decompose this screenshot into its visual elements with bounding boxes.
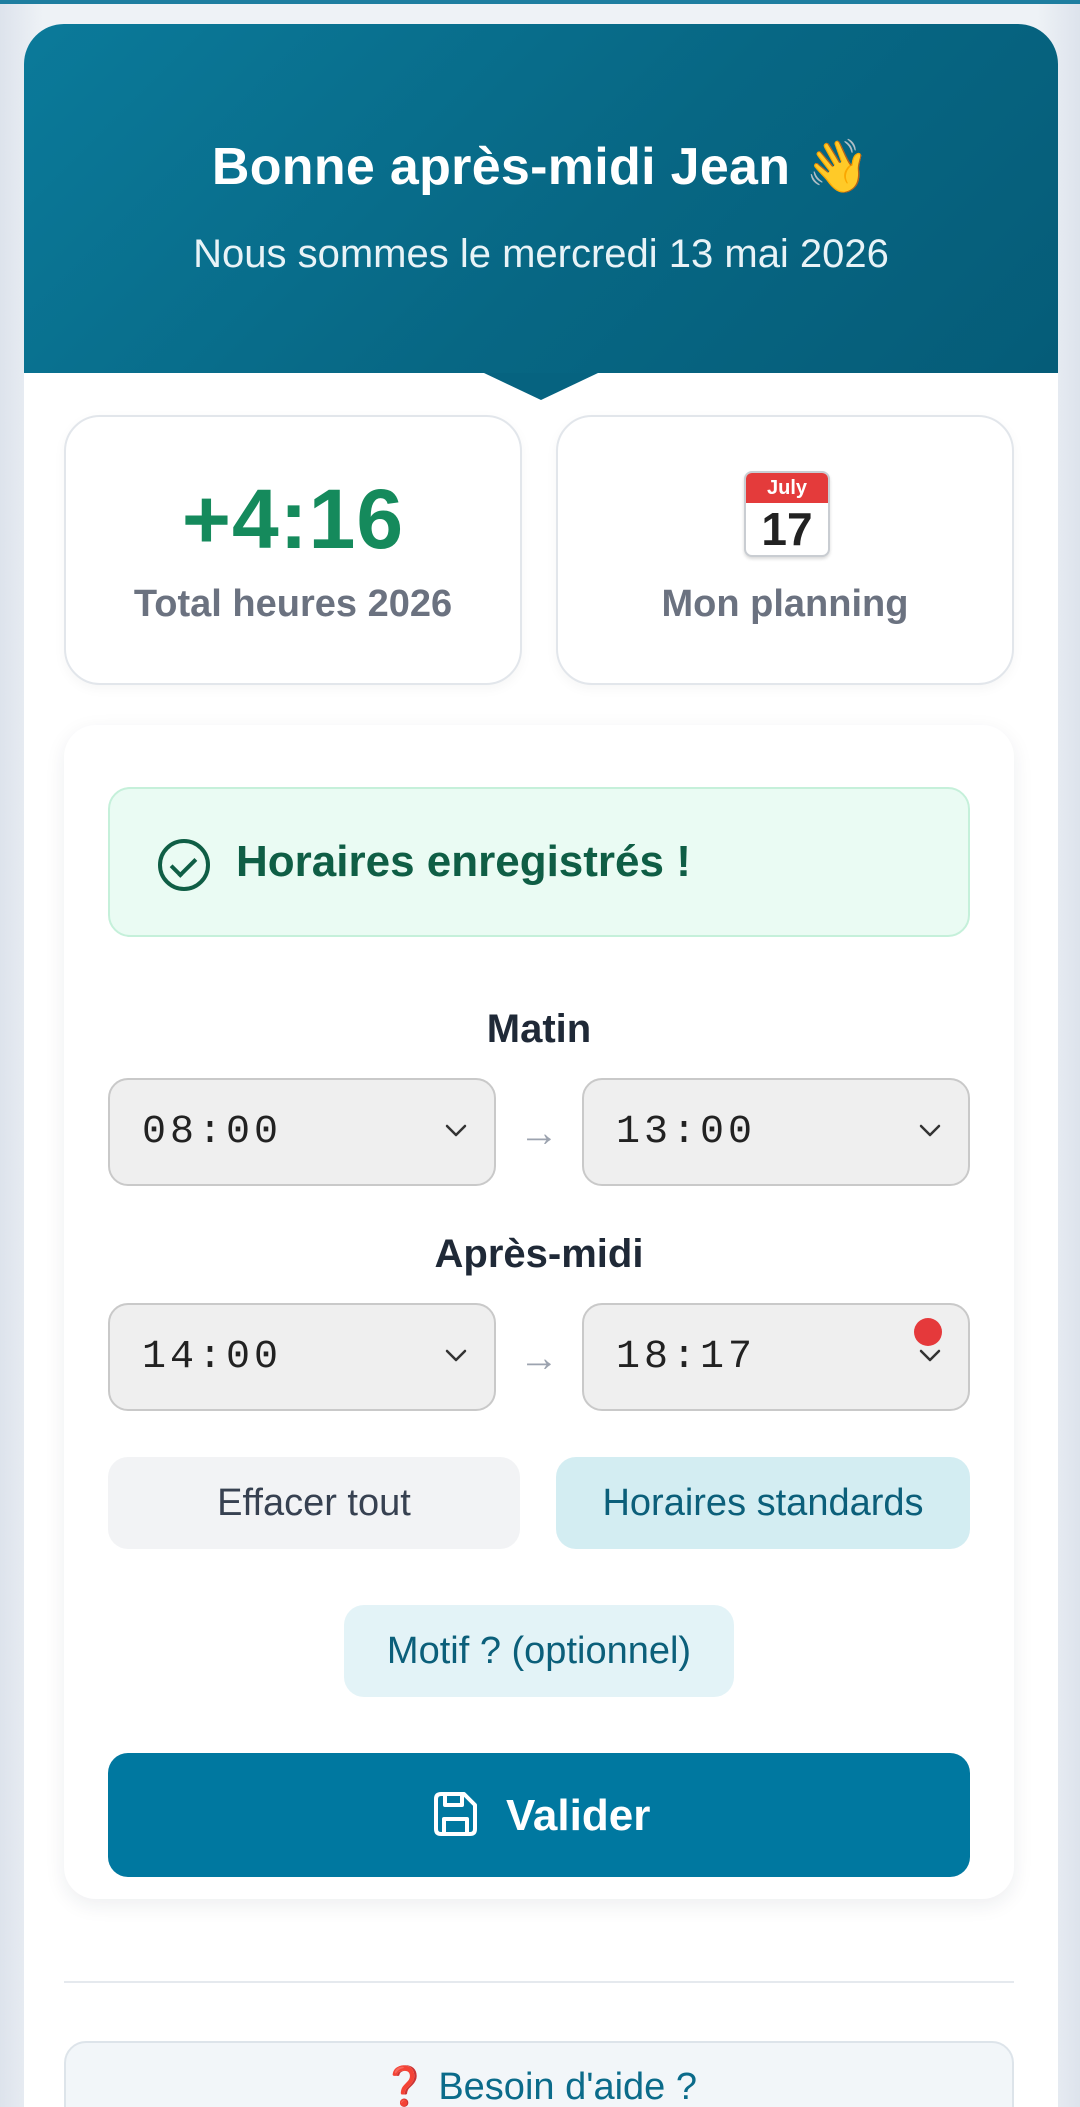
help-text: ❓ Besoin d'aide ? [66,2065,1012,2107]
calendar-icon-month: July [746,473,828,503]
planning-label: Mon planning [661,583,909,625]
success-message: Horaires enregistrés ! [236,837,691,886]
waving-hand-icon: 👋 [805,138,871,196]
reason-button[interactable]: Motif ? (optionnel) [344,1605,734,1697]
header-pointer [484,373,598,400]
afternoon-start-select[interactable]: 14:00 [108,1303,496,1411]
morning-end-select[interactable]: 13:00 [582,1078,970,1186]
morning-range-arrow: → [519,1111,559,1155]
afternoon-end-value: 18:17 [616,1335,757,1380]
afternoon-start-value: 14:00 [142,1335,283,1380]
calendar-icon-day: 17 [761,503,813,555]
question-mark-icon: ❓ [381,2066,429,2107]
validate-label: Valider [506,1791,651,1840]
afternoon-title: Après-midi [434,1232,644,1276]
morning-start-value: 08:00 [142,1110,283,1155]
help-label: Besoin d'aide ? [438,2066,697,2107]
morning-title: Matin [486,1007,592,1051]
greeting-header: Bonne après-midi Jean 👋 Nous sommes le m… [24,24,1058,373]
total-hours-label: Total heures 2026 [133,583,453,625]
calendar-icon: July 17 [744,471,830,557]
time-entry-card: Horaires enregistrés ! Matin 08:00 → 13:… [64,725,1014,1899]
morning-end-value: 13:00 [616,1110,757,1155]
chevron-down-icon [445,1124,467,1137]
section-divider [64,1981,1014,1983]
total-hours-value: +4:16 [181,472,405,566]
afternoon-range-arrow: → [519,1336,559,1380]
success-alert: Horaires enregistrés ! [108,787,970,937]
current-date: Nous sommes le mercredi 13 mai 2026 [193,232,889,276]
check-circle-icon [158,839,210,891]
chevron-down-icon [445,1349,467,1362]
help-button[interactable]: ❓ Besoin d'aide ? [64,2041,1014,2107]
app-shell: Bonne après-midi Jean 👋 Nous sommes le m… [24,24,1058,2107]
afternoon-end-select[interactable]: 18:17 [582,1303,970,1411]
greeting-title: Bonne après-midi Jean 👋 [24,136,1058,197]
save-icon [434,1792,477,1836]
standard-hours-button[interactable]: Horaires standards [556,1457,970,1549]
total-hours-card[interactable]: +4:16 Total heures 2026 [64,415,522,685]
planning-card[interactable]: July 17 Mon planning [556,415,1014,685]
modified-indicator-dot [914,1318,942,1346]
chevron-down-icon [919,1124,941,1137]
validate-button[interactable]: Valider [108,1753,970,1877]
morning-start-select[interactable]: 08:00 [108,1078,496,1186]
clear-all-button[interactable]: Effacer tout [108,1457,520,1549]
top-accent-line [0,0,1080,4]
greeting-text: Bonne après-midi Jean [211,138,791,196]
